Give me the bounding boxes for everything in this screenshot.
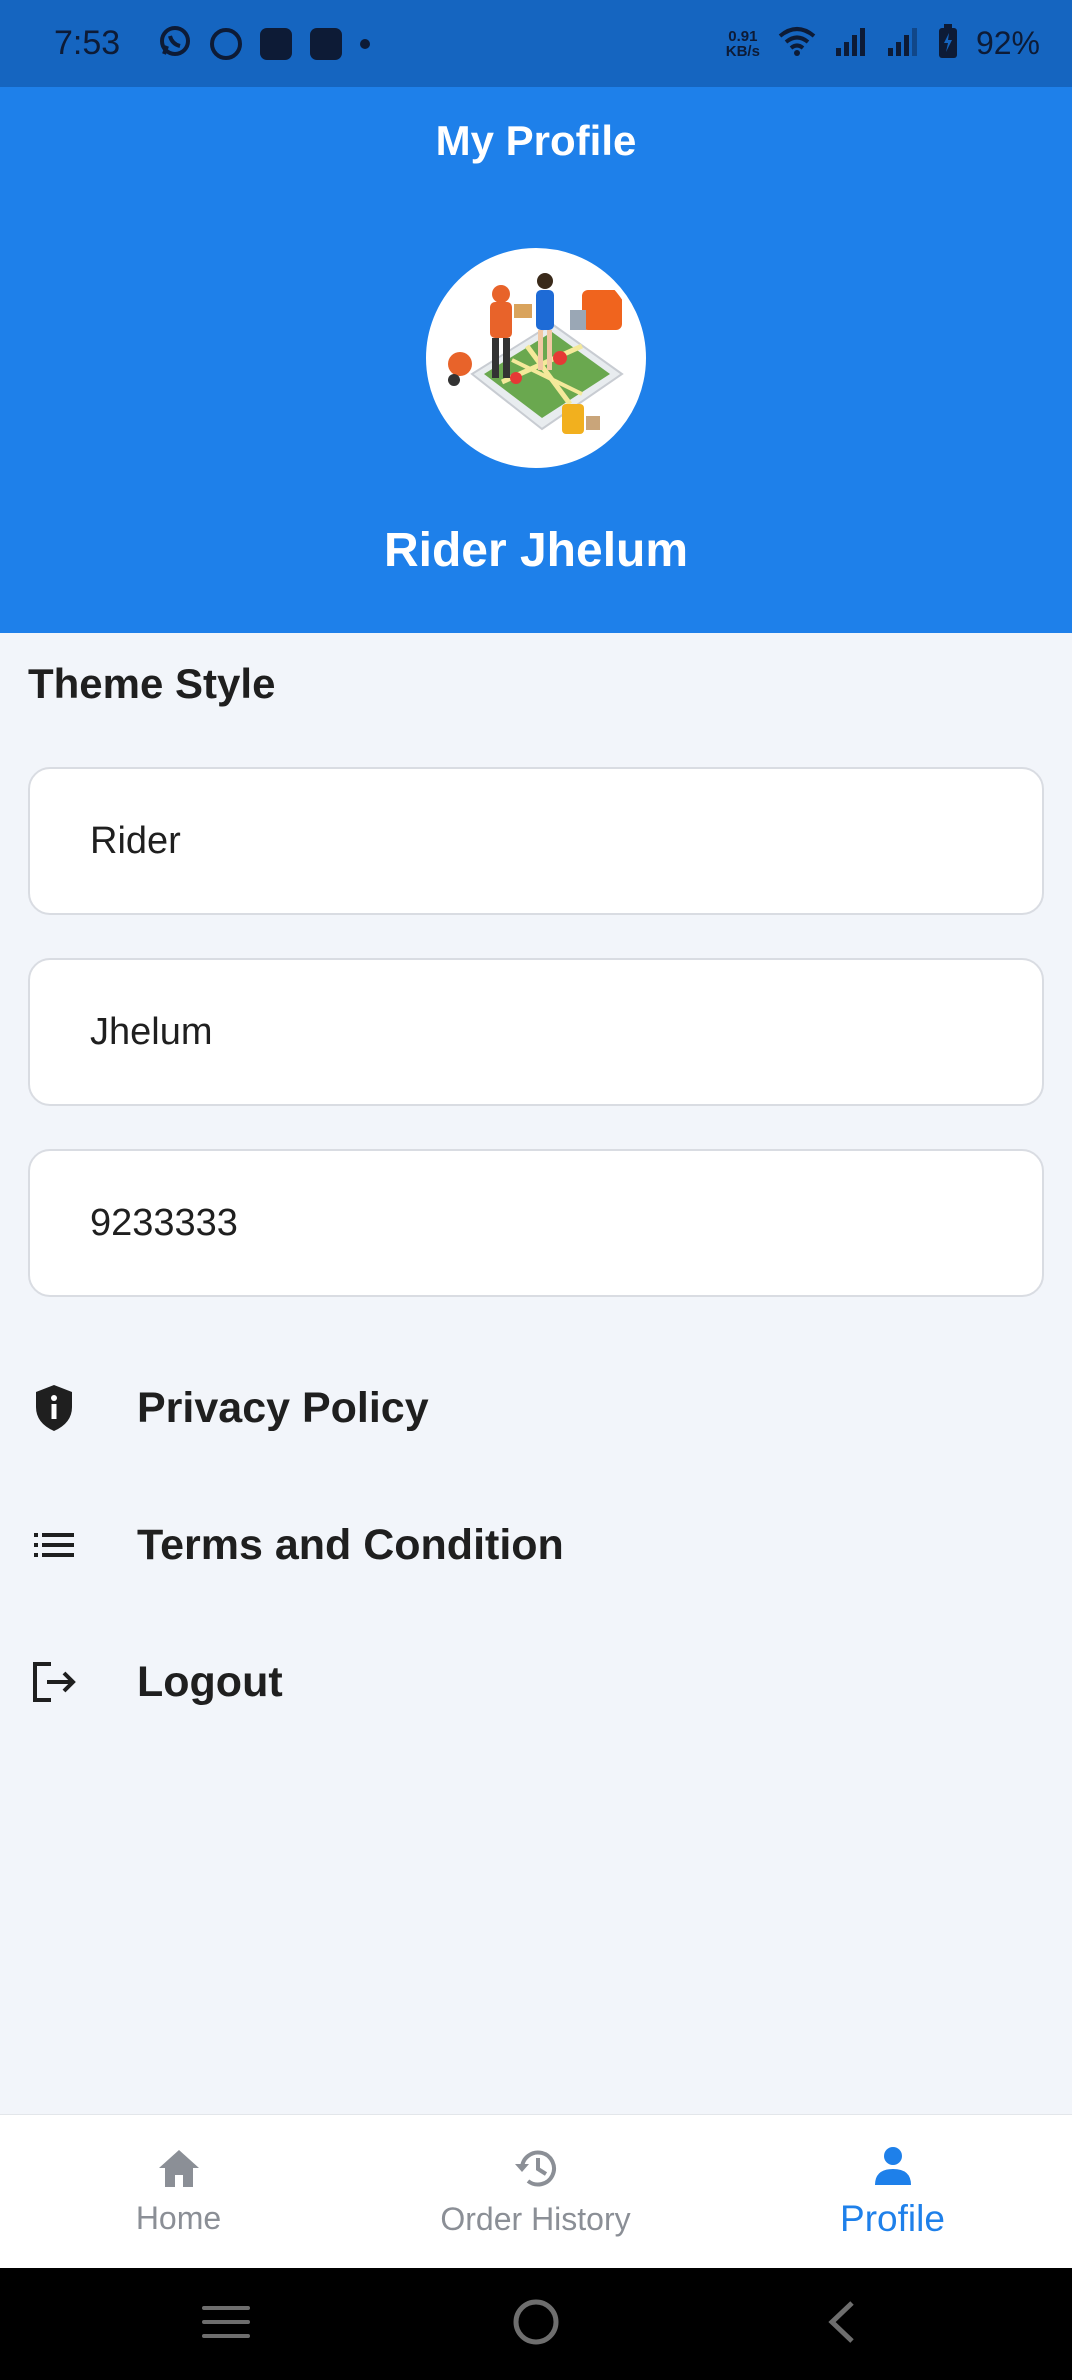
avatar xyxy=(426,248,646,468)
wifi-icon xyxy=(778,26,816,61)
battery-percent: 92% xyxy=(975,25,1040,61)
nav-home-label: Home xyxy=(135,2200,222,2236)
menu-lines-icon xyxy=(200,2303,252,2346)
bottom-navigation: Home Order History Profile xyxy=(0,2114,1072,2268)
circle-home-icon xyxy=(511,2297,561,2352)
status-time: 7:53 xyxy=(54,24,121,62)
home-icon xyxy=(156,2147,202,2194)
logout-icon xyxy=(28,1656,80,1708)
nav-order-history-label: Order History xyxy=(440,2201,631,2237)
nav-order-history[interactable]: Order History xyxy=(357,2115,714,2269)
phone-field[interactable]: 9233333 xyxy=(28,1149,1044,1297)
person-icon xyxy=(871,2145,915,2192)
more-notifications-dot-icon xyxy=(360,38,371,49)
signal-icon xyxy=(834,26,868,61)
nav-profile-label: Profile xyxy=(840,2197,945,2239)
network-speed-value: 0.91 xyxy=(728,27,758,45)
profile-header: My Profile Rider Jhelum xyxy=(0,87,1072,633)
shield-info-icon xyxy=(28,1382,80,1434)
logout-label: Logout xyxy=(137,1657,283,1706)
first-name-field[interactable]: Rider xyxy=(28,767,1044,915)
back-chevron-icon xyxy=(824,2299,860,2350)
profile-name: Rider Jhelum xyxy=(383,524,689,577)
logout-item[interactable]: Logout xyxy=(28,1632,1044,1732)
network-speed-unit: KB/s xyxy=(725,42,760,60)
app-notification-icon xyxy=(310,27,343,60)
app-notification-icon xyxy=(260,27,293,60)
app-notification-icon xyxy=(210,27,243,60)
section-title: Theme Style xyxy=(28,660,276,707)
battery-icon xyxy=(938,24,958,63)
terms-item[interactable]: Terms and Condition xyxy=(28,1495,1044,1595)
recent-apps-button[interactable] xyxy=(166,2268,286,2380)
last-name-field[interactable]: Jhelum xyxy=(28,958,1044,1106)
delivery-illustration xyxy=(432,254,640,462)
nav-profile[interactable]: Profile xyxy=(714,2115,1071,2269)
nav-home[interactable]: Home xyxy=(0,2115,357,2269)
privacy-policy-item[interactable]: Privacy Policy xyxy=(28,1358,1044,1458)
home-button[interactable] xyxy=(476,2268,596,2380)
whatsapp-icon xyxy=(158,24,192,63)
status-bar: 7:53 0.91 KB/s 92% xyxy=(0,0,1072,87)
privacy-policy-label: Privacy Policy xyxy=(137,1383,429,1432)
back-button[interactable] xyxy=(782,2268,902,2380)
page-title: My Profile xyxy=(435,117,637,164)
system-navigation-bar xyxy=(0,2268,1072,2380)
terms-label: Terms and Condition xyxy=(137,1520,564,1569)
history-icon xyxy=(512,2146,560,2195)
signal-icon xyxy=(886,26,920,61)
list-icon xyxy=(28,1519,80,1571)
network-speed: 0.91 KB/s xyxy=(726,29,760,59)
